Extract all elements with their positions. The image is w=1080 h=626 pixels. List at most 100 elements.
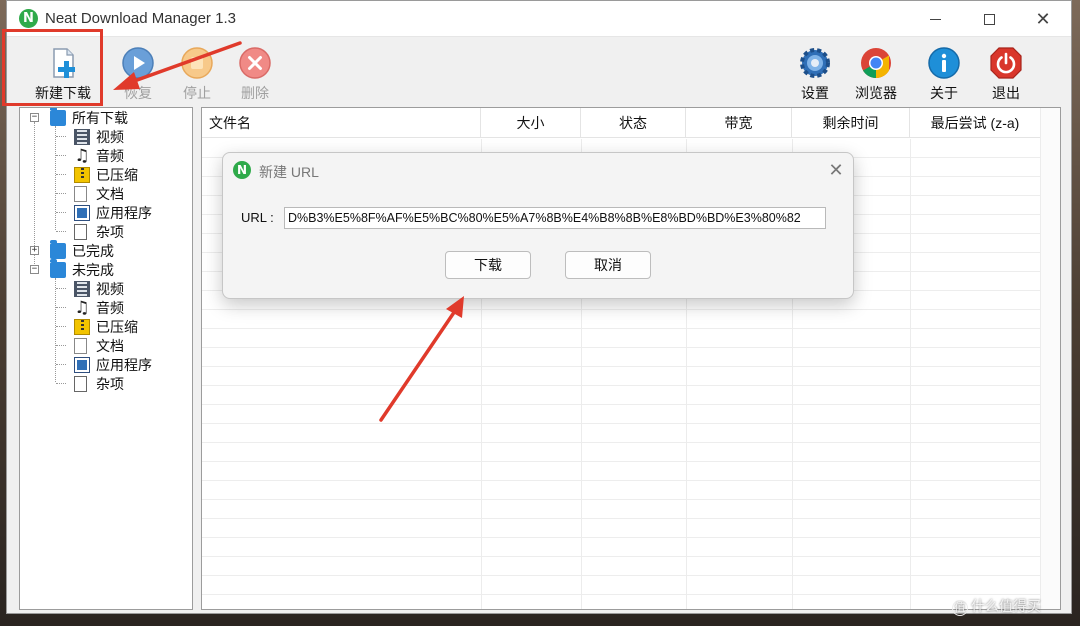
document-icon (74, 337, 87, 354)
watermark-logo-icon: 值 (952, 600, 968, 616)
archive-icon (74, 318, 90, 335)
annotation-highlight-box (2, 29, 103, 106)
settings-button[interactable]: 设置 (781, 42, 849, 102)
tree-connector (56, 326, 66, 327)
column-header-size[interactable]: 大小 (481, 108, 581, 138)
application-icon (74, 356, 90, 373)
tree-item-misc[interactable]: 杂项 (74, 222, 124, 241)
gear-icon (800, 48, 830, 78)
tree-connector (56, 307, 66, 308)
list-header: 文件名 大小 状态 带宽 剩余时间 最后尝试 (z-a) (202, 108, 1060, 138)
misc-file-icon (74, 223, 87, 240)
tree-connector (56, 193, 66, 194)
chrome-icon (861, 48, 891, 78)
download-button[interactable]: 下载 (445, 251, 531, 279)
tree-item-all-downloads[interactable]: 所有下载 (50, 108, 128, 127)
maximize-button[interactable] (969, 5, 1009, 33)
browser-label: 浏览器 (855, 85, 897, 101)
tree-connector (56, 174, 66, 175)
tree-item-applications[interactable]: 应用程序 (74, 203, 152, 222)
document-icon (74, 185, 87, 202)
column-header-status[interactable]: 状态 (581, 108, 686, 138)
column-header-time-left[interactable]: 剩余时间 (792, 108, 910, 138)
tree-connector (56, 345, 66, 346)
column-header-last-try[interactable]: 最后尝试 (z-a) (910, 108, 1041, 138)
tree-connector (56, 231, 66, 232)
info-icon (928, 47, 960, 79)
category-tree: − 所有下载 视频 ♫ 音频 已压缩 文档 应用程序 杂项 + 已完成 − 未完… (19, 107, 193, 610)
tree-item-documents[interactable]: 文档 (74, 184, 124, 203)
tree-item-audio[interactable]: ♫ 音频 (74, 146, 124, 165)
music-note-icon: ♫ (74, 297, 90, 318)
resume-label: 恢复 (124, 85, 152, 101)
about-button[interactable]: 关于 (910, 42, 978, 102)
cancel-button[interactable]: 取消 (565, 251, 651, 279)
column-header-bandwidth[interactable]: 带宽 (686, 108, 792, 138)
power-icon (990, 47, 1022, 79)
tree-item-completed[interactable]: 已完成 (50, 239, 114, 260)
tree-item-label: 已压缩 (96, 166, 138, 183)
minimize-button[interactable] (915, 5, 955, 33)
tree-connector (56, 155, 66, 156)
list-scrollbar[interactable] (1040, 108, 1060, 609)
tree-item-label: 所有下载 (72, 109, 128, 126)
tree-item-incomplete[interactable]: 未完成 (50, 258, 114, 279)
watermark: 值什么值得买 (952, 596, 1041, 616)
app-logo-icon: N (19, 9, 38, 28)
folder-icon (50, 258, 66, 278)
delete-button[interactable]: 删除 (221, 42, 289, 102)
tree-item-compressed[interactable]: 已压缩 (74, 317, 138, 336)
tree-connector (55, 278, 56, 382)
tree-connector (56, 288, 66, 289)
tree-item-video[interactable]: 视频 (74, 127, 124, 146)
tree-item-label: 已压缩 (96, 318, 138, 335)
watermark-text: 什么值得买 (971, 598, 1041, 614)
title-bar: N Neat Download Manager 1.3 ✕ (7, 1, 1071, 37)
dialog-title: 新建 URL (259, 164, 319, 180)
delete-icon (239, 47, 271, 79)
tree-item-applications[interactable]: 应用程序 (74, 355, 152, 374)
folder-icon (50, 108, 66, 126)
tree-item-label: 已完成 (72, 242, 114, 259)
tree-item-label: 应用程序 (96, 204, 152, 221)
column-header-filename[interactable]: 文件名 (202, 108, 481, 138)
tree-item-documents[interactable]: 文档 (74, 336, 124, 355)
tree-item-label: 应用程序 (96, 356, 152, 373)
dialog-close-button[interactable]: ✕ (823, 157, 849, 183)
delete-label: 删除 (241, 85, 269, 101)
tree-item-video[interactable]: 视频 (74, 279, 124, 298)
close-icon: ✕ (828, 160, 844, 180)
exit-button[interactable]: 退出 (972, 42, 1040, 102)
tree-item-compressed[interactable]: 已压缩 (74, 165, 138, 184)
column-separator (910, 139, 911, 609)
resume-button[interactable]: 恢复 (104, 42, 172, 102)
app-window: N Neat Download Manager 1.3 ✕ 新建下载 恢复 停止… (6, 0, 1072, 614)
tree-connector (56, 383, 66, 384)
about-label: 关于 (930, 85, 958, 101)
tree-expander-all[interactable]: − (30, 113, 39, 122)
exit-label: 退出 (992, 85, 1020, 101)
archive-icon (74, 166, 90, 183)
tree-connector (56, 212, 66, 213)
film-icon (74, 128, 90, 145)
settings-label: 设置 (801, 85, 829, 101)
tree-connector (56, 136, 66, 137)
tree-item-label: 杂项 (96, 223, 124, 240)
url-label: URL : (241, 210, 274, 225)
close-icon: ✕ (1035, 8, 1051, 29)
tree-item-audio[interactable]: ♫ 音频 (74, 298, 124, 317)
tree-expander-incomplete[interactable]: − (30, 265, 39, 274)
tree-item-label: 未完成 (72, 261, 114, 278)
browser-button[interactable]: 浏览器 (842, 42, 910, 102)
url-input[interactable] (284, 207, 826, 229)
misc-file-icon (74, 375, 87, 392)
close-window-button[interactable]: ✕ (1023, 5, 1063, 33)
stop-icon (181, 47, 213, 79)
tree-item-misc[interactable]: 杂项 (74, 374, 124, 393)
tree-item-label: 音频 (96, 299, 124, 316)
tree-expander-completed[interactable]: + (30, 246, 39, 255)
film-icon (74, 280, 90, 297)
tree-item-label: 文档 (96, 337, 124, 354)
folder-icon (50, 239, 66, 259)
play-icon (122, 47, 154, 79)
